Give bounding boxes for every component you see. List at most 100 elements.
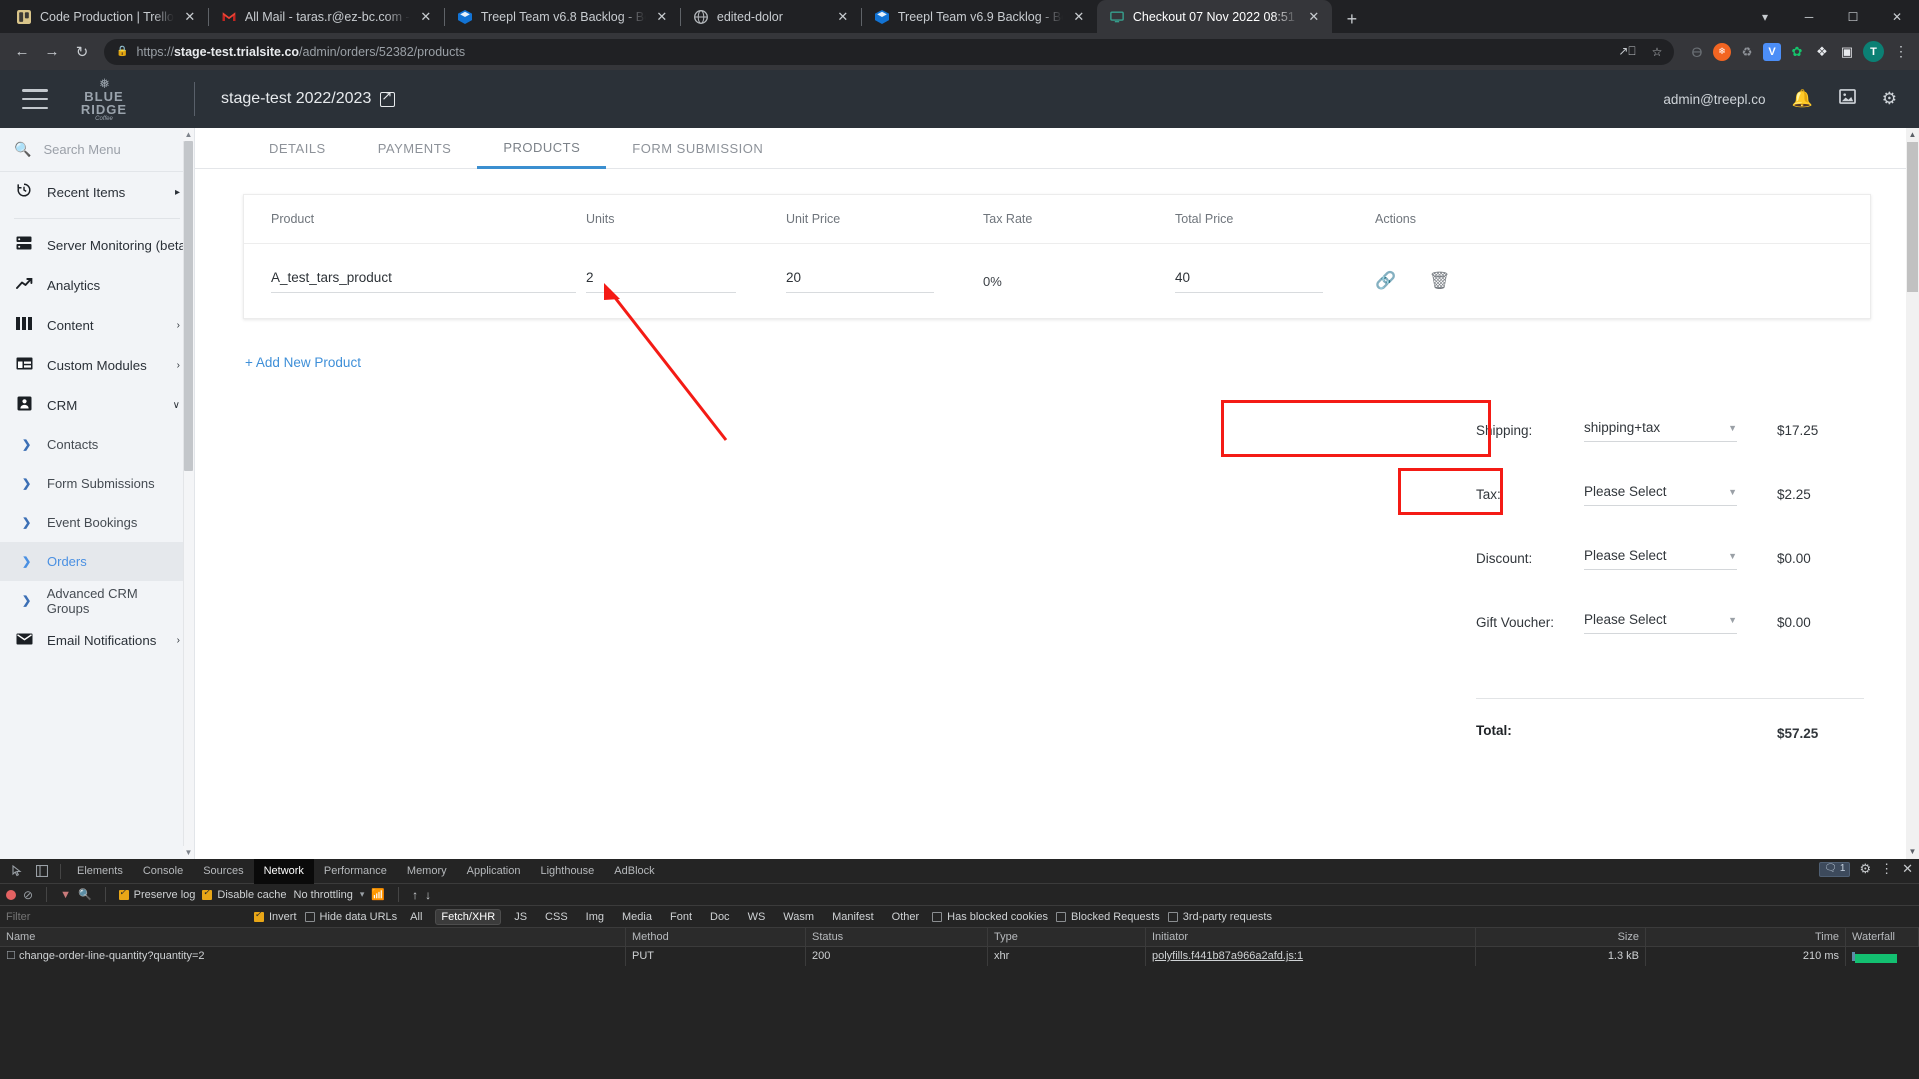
- devtools-tab-elements[interactable]: Elements: [67, 859, 133, 884]
- sidebar-toggle-icon[interactable]: ▣: [1838, 43, 1856, 61]
- units-field[interactable]: 2: [586, 270, 736, 293]
- sidebar-search[interactable]: 🔍: [0, 128, 194, 172]
- devtools-tab-application[interactable]: Application: [457, 859, 531, 884]
- device-toolbar-icon[interactable]: [30, 859, 54, 883]
- browser-tab-5-active[interactable]: Checkout 07 Nov 2022 08:51 PM ✕: [1096, 0, 1332, 33]
- sidebar-item-contacts[interactable]: ❯ Contacts: [0, 425, 194, 464]
- sidebar-item-email-notifications[interactable]: Email Notifications ›: [0, 620, 194, 660]
- image-icon[interactable]: [1838, 89, 1856, 109]
- orange-puzzle-extension-icon[interactable]: ❄: [1713, 42, 1731, 61]
- sidebar-item-crm[interactable]: CRM ∨: [0, 385, 194, 425]
- record-icon[interactable]: [6, 889, 16, 900]
- window-minimize-button[interactable]: ─: [1787, 0, 1831, 33]
- profile-avatar[interactable]: T: [1863, 41, 1884, 62]
- product-name-field[interactable]: A_test_tars_product: [271, 270, 576, 293]
- filter-type-js[interactable]: JS: [509, 910, 532, 924]
- browser-menu-icon[interactable]: ⋮: [1891, 43, 1911, 60]
- bell-icon[interactable]: 🔔: [1792, 89, 1813, 109]
- tab-close-icon[interactable]: ✕: [182, 9, 198, 25]
- scrollbar-thumb[interactable]: [184, 141, 193, 471]
- browser-tab-0[interactable]: Code Production | Trello ✕: [4, 0, 208, 33]
- site-title[interactable]: stage-test 2022/2023: [221, 88, 396, 108]
- tab-close-icon[interactable]: ✕: [835, 9, 851, 25]
- scroll-down-arrow-icon[interactable]: ▼: [1906, 845, 1919, 859]
- request-name[interactable]: ☐ change-order-line-quantity?quantity=2: [0, 947, 626, 966]
- total-price-field[interactable]: 40: [1175, 270, 1323, 293]
- puzzle-extensions-icon[interactable]: ❖: [1813, 43, 1831, 61]
- devtools-tab-performance[interactable]: Performance: [314, 859, 397, 884]
- tab-details[interactable]: DETAILS: [243, 128, 352, 169]
- sidebar-item-analytics[interactable]: Analytics: [0, 265, 194, 305]
- column-header-method[interactable]: Method: [626, 928, 806, 946]
- unit-price-field[interactable]: 20: [786, 270, 934, 293]
- devtools-tab-network[interactable]: Network: [253, 858, 314, 884]
- sidebar-item-server-monitoring[interactable]: Server Monitoring (beta): [0, 225, 194, 265]
- import-har-icon[interactable]: ↑: [412, 888, 418, 902]
- back-button[interactable]: ←: [8, 38, 36, 66]
- share-icon[interactable]: ↗⎕: [1616, 41, 1638, 63]
- message-count-badge[interactable]: 🗨 1: [1819, 861, 1851, 877]
- sidebar-scrollbar[interactable]: ▲ ▼: [183, 128, 194, 859]
- has-blocked-cookies-checkbox[interactable]: Has blocked cookies: [932, 911, 1048, 923]
- throttling-caret-icon[interactable]: ▾: [360, 889, 365, 900]
- reload-button[interactable]: ↻: [68, 38, 96, 66]
- column-header-time[interactable]: Time: [1646, 928, 1846, 946]
- edge-extension-icon[interactable]: ϴ: [1688, 43, 1706, 61]
- tab-close-icon[interactable]: ✕: [1306, 9, 1322, 25]
- filter-type-fetch-xhr[interactable]: Fetch/XHR: [435, 908, 502, 925]
- scrollbar-thumb[interactable]: [1907, 142, 1918, 292]
- column-header-name[interactable]: Name: [0, 928, 626, 946]
- forward-button[interactable]: →: [38, 38, 66, 66]
- devtools-close-icon[interactable]: ✕: [1902, 861, 1913, 877]
- main-scrollbar[interactable]: ▲ ▼: [1906, 128, 1919, 859]
- sidebar-item-advanced-crm-groups[interactable]: ❯ Advanced CRM Groups: [0, 581, 194, 620]
- devtools-tab-adblock[interactable]: AdBlock: [604, 859, 664, 884]
- request-initiator-link[interactable]: polyfills.f441b87a966a2afd.js:1: [1152, 950, 1303, 962]
- gift-voucher-select[interactable]: Please Select ▼: [1584, 612, 1737, 634]
- devtools-tab-lighthouse[interactable]: Lighthouse: [530, 859, 604, 884]
- request-initiator[interactable]: polyfills.f441b87a966a2afd.js:1: [1146, 947, 1476, 966]
- browser-tab-1[interactable]: All Mail - taras.r@ez-bc.com - EZ ✕: [209, 0, 444, 33]
- devtools-more-icon[interactable]: ⋮: [1880, 861, 1893, 877]
- hamburger-icon[interactable]: [22, 89, 48, 109]
- network-scrollbar[interactable]: [1906, 947, 1919, 1079]
- tax-select[interactable]: Please Select ▼: [1584, 484, 1737, 506]
- preserve-log-checkbox[interactable]: Preserve log: [118, 887, 195, 901]
- scroll-down-arrow-icon[interactable]: ▼: [183, 846, 194, 859]
- filter-type-other[interactable]: Other: [887, 910, 925, 924]
- filter-type-font[interactable]: Font: [665, 910, 697, 924]
- scroll-up-arrow-icon[interactable]: ▲: [1906, 128, 1919, 142]
- search-input[interactable]: [43, 142, 164, 157]
- column-header-size[interactable]: Size: [1476, 928, 1646, 946]
- v-extension-icon[interactable]: V: [1763, 42, 1781, 61]
- shipping-select[interactable]: shipping+tax ▼: [1584, 420, 1737, 442]
- table-row[interactable]: ☐ change-order-line-quantity?quantity=2 …: [0, 947, 1919, 966]
- network-conditions-icon[interactable]: 📶: [371, 888, 385, 901]
- search-icon[interactable]: 🔍: [78, 888, 92, 901]
- hide-data-urls-checkbox[interactable]: Hide data URLs: [304, 911, 397, 923]
- export-har-icon[interactable]: ↓: [425, 888, 431, 902]
- browser-tab-4[interactable]: Treepl Team v6.9 Backlog - Board ✕: [862, 0, 1097, 33]
- third-party-requests-checkbox[interactable]: 3rd-party requests: [1167, 911, 1272, 923]
- filter-type-img[interactable]: Img: [581, 910, 609, 924]
- devtools-tab-sources[interactable]: Sources: [193, 859, 253, 884]
- filter-type-manifest[interactable]: Manifest: [827, 910, 879, 924]
- sidebar-item-content[interactable]: Content ›: [0, 305, 194, 345]
- tab-products[interactable]: PRODUCTS: [477, 128, 607, 169]
- browser-tab-2[interactable]: Treepl Team v6.8 Backlog - Board ✕: [445, 0, 680, 33]
- scroll-up-arrow-icon[interactable]: ▲: [183, 128, 194, 141]
- add-new-product-link[interactable]: + Add New Product: [245, 355, 1919, 370]
- external-link-icon[interactable]: [380, 88, 396, 107]
- tab-close-icon[interactable]: ✕: [1071, 9, 1087, 25]
- sidebar-item-event-bookings[interactable]: ❯ Event Bookings: [0, 503, 194, 542]
- devtools-tab-memory[interactable]: Memory: [397, 859, 457, 884]
- window-maximize-button[interactable]: ☐: [1831, 0, 1875, 33]
- window-close-button[interactable]: ✕: [1875, 0, 1919, 33]
- tab-close-icon[interactable]: ✕: [654, 9, 670, 25]
- window-menu-chevron-icon[interactable]: ▾: [1743, 0, 1787, 33]
- invert-checkbox[interactable]: Invert: [254, 909, 297, 923]
- column-header-waterfall[interactable]: Waterfall: [1846, 928, 1919, 946]
- sidebar-item-orders[interactable]: ❯ Orders: [0, 542, 194, 581]
- tab-payments[interactable]: PAYMENTS: [352, 128, 478, 169]
- filter-type-ws[interactable]: WS: [743, 910, 771, 924]
